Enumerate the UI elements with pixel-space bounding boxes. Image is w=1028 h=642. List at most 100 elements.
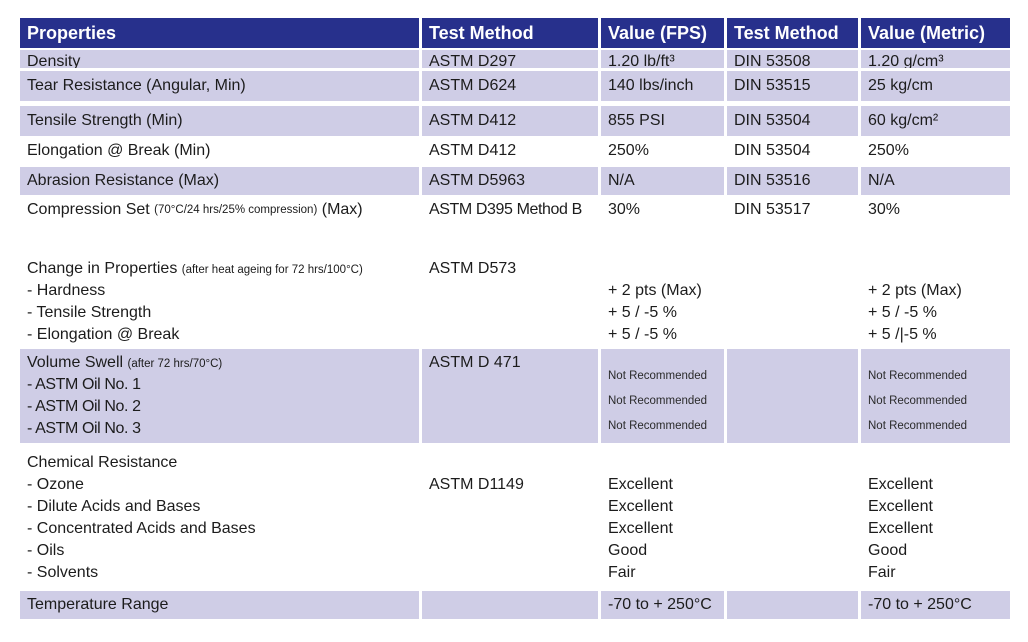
test-method: ASTM D 471 [422,349,598,443]
value-fps: Excellent Excellent Excellent Good Fair [601,450,724,590]
table-row: Elongation @ Break (Min) ASTM D412 250% … [20,138,1010,164]
list-item: - Concentrated Acids and Bases [27,520,256,537]
header-value-fps: Value (FPS) [601,18,724,48]
test-method [727,591,858,619]
test-method: ASTM D395 Method B [429,201,582,218]
property-name: Temperature Range [20,591,419,619]
list-item: - Dilute Acids and Bases [27,498,201,515]
value-fps: 855 PSI [601,106,724,136]
value: Excellent [868,520,933,537]
test-method: DIN 53515 [727,71,858,101]
value-fps: 30% [608,201,641,218]
test-method-label: ASTM D573 [429,260,517,277]
test-method: DIN 53517 [734,201,811,218]
header-test-method-metric: Test Method [727,18,858,48]
test-method: DIN 53504 [727,106,858,136]
value-fps: 1.20 lb/ft³ [601,50,724,68]
value: + 5 / -5 % [608,304,677,321]
test-method [727,256,858,346]
value-fps: + 2 pts (Max) + 5 / -5 % + 5 / -5 % [601,256,724,346]
property-label: Volume Swell [27,354,124,371]
value-metric: 30% [868,201,901,218]
value: Not Recommended [868,370,968,382]
value-metric: 250% [868,142,909,159]
table-row: Temperature Range -70 to + 250°C -70 to … [20,591,1010,619]
value: + 5 / -5 % [868,304,937,321]
list-item: - Elongation @ Break [27,326,180,343]
table-row-volume-swell: Volume Swell (after 72 hrs/70°C) - ASTM … [20,349,1010,443]
value: Excellent [608,498,673,515]
value: Not Recommended [868,395,968,407]
value-fps: Not Recommended Not Recommended Not Reco… [601,349,724,443]
table-row-chemical-resistance: Chemical Resistance - Ozone - Dilute Aci… [20,450,1010,590]
value-metric: Not Recommended Not Recommended Not Reco… [861,349,1010,443]
value: Fair [868,564,896,581]
list-item: - Oils [27,542,65,559]
list-item: - Ozone [27,476,84,493]
property-name: Abrasion Resistance (Max) [20,167,419,195]
value-metric: N/A [861,167,1010,195]
test-method: ASTM D624 [422,71,598,101]
property-label: Compression Set [27,201,150,218]
test-method: DIN 53508 [727,50,858,68]
list-item: - Tensile Strength [27,304,152,321]
header-properties: Properties [20,18,419,48]
property-name: Elongation @ Break (Min) [27,142,211,159]
property-suffix: (Max) [321,201,363,218]
test-method [422,591,598,619]
value: Excellent [868,498,933,515]
table-row-change-in-properties: Change in Properties (after heat ageing … [20,256,1010,346]
value-metric: 60 kg/cm² [861,106,1010,136]
table-row: Compression Set (70°C/24 hrs/25% compres… [20,198,1010,222]
property-name: Change in Properties (after heat ageing … [20,256,419,346]
test-method: DIN 53504 [734,142,811,159]
table-row: Abrasion Resistance (Max) ASTM D5963 N/A… [20,167,1010,195]
header-value-metric: Value (Metric) [861,18,1010,48]
value-metric: Excellent Excellent Excellent Good Fair [861,450,1010,590]
value-metric: 1.20 g/cm³ [861,50,1010,68]
property-note: (70°C/24 hrs/25% compression) [154,204,318,216]
property-name: Tensile Strength (Min) [20,106,419,136]
test-method: ASTM D412 [429,142,517,159]
table-row: Tear Resistance (Angular, Min) ASTM D624… [20,71,1010,101]
value: Excellent [608,520,673,537]
list-item: - ASTM Oil No. 1 [27,376,141,393]
value: Excellent [868,476,933,493]
property-note: (after heat ageing for 72 hrs/100°C) [181,264,363,276]
value-metric: -70 to + 250°C [861,591,1010,619]
test-method: ASTM D412 [422,106,598,136]
value: Not Recommended [868,420,968,432]
property-label: Chemical Resistance [27,454,178,471]
test-method: ASTM D573 [422,256,598,346]
property-label: Change in Properties [27,260,178,277]
value-fps: 250% [608,142,649,159]
value: + 2 pts (Max) [868,282,962,299]
value-fps: -70 to + 250°C [601,591,724,619]
test-method: ASTM D5963 [422,167,598,195]
test-method-label: ASTM D 471 [429,354,521,371]
value-fps: 140 lbs/inch [601,71,724,101]
list-item: - ASTM Oil No. 2 [27,398,141,415]
test-method: ASTM D297 [422,50,598,68]
property-name: Density [20,50,419,68]
value-fps: N/A [601,167,724,195]
table-row: Tensile Strength (Min) ASTM D412 855 PSI… [20,106,1010,136]
header-test-method-fps: Test Method [422,18,598,48]
test-method [727,349,858,443]
test-method: ASTM D1149 [422,450,598,590]
value-metric: 25 kg/cm [861,71,1010,101]
value: Good [608,542,648,559]
value: + 5 / -5 % [608,326,677,343]
list-item: - Hardness [27,282,106,299]
test-method: DIN 53516 [727,167,858,195]
value: + 2 pts (Max) [608,282,702,299]
property-name: Volume Swell (after 72 hrs/70°C) - ASTM … [20,349,419,443]
list-item: - Solvents [27,564,99,581]
property-name: Chemical Resistance - Ozone - Dilute Aci… [20,450,419,590]
value: Not Recommended [608,395,708,407]
value: Not Recommended [608,420,708,432]
property-note: (after 72 hrs/70°C) [127,358,223,370]
test-method [727,450,858,590]
table-row: Density ASTM D297 1.20 lb/ft³ DIN 53508 … [20,50,1010,68]
value: Not Recommended [608,370,708,382]
